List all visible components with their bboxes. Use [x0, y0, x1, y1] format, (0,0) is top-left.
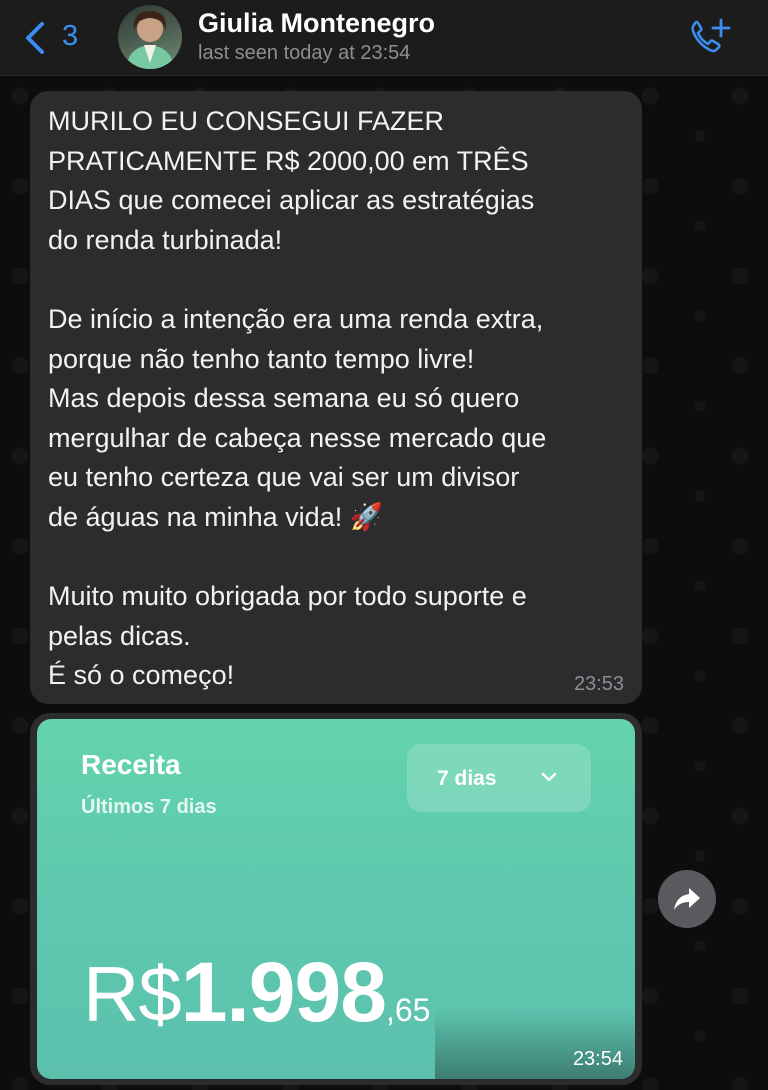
- avatar[interactable]: [118, 5, 182, 69]
- unread-count[interactable]: 3: [62, 20, 78, 53]
- amount-currency: R$: [83, 950, 182, 1038]
- back-button[interactable]: [22, 20, 48, 56]
- image-timestamp: 23:54: [572, 1048, 623, 1070]
- phone-plus-icon: [691, 18, 731, 53]
- chat-header: 3 Giulia Montenegro last seen today at 2…: [0, 0, 768, 76]
- forward-arrow-icon: [674, 888, 700, 910]
- period-dropdown: 7 dias: [407, 744, 591, 812]
- revenue-title: Receita: [81, 749, 181, 780]
- amount-integer: 1.998: [180, 945, 387, 1039]
- incoming-text-message[interactable]: MURILO EU CONSEGUI FAZER PRATICAMENTE R$…: [30, 91, 642, 704]
- chevron-left-icon: [26, 22, 44, 54]
- message-timestamp: 23:53: [573, 673, 624, 695]
- amount-cents: ,65: [385, 992, 431, 1028]
- message-text: MURILO EU CONSEGUI FAZER PRATICAMENTE R$…: [48, 106, 547, 691]
- avatar-image: [126, 11, 174, 69]
- revenue-amount: R$1.998,65: [83, 944, 430, 1041]
- period-value: 7 dias: [437, 767, 497, 790]
- last-seen-status: last seen today at 23:54: [198, 42, 411, 64]
- add-call-button[interactable]: [686, 16, 732, 58]
- revenue-screenshot[interactable]: Receita Últimos 7 dias 7 dias R$1.998,65…: [37, 719, 635, 1079]
- forward-button[interactable]: [658, 870, 716, 928]
- incoming-image-message[interactable]: Receita Últimos 7 dias 7 dias R$1.998,65…: [30, 713, 642, 1085]
- chevron-down-icon: [541, 772, 557, 782]
- contact-name[interactable]: Giulia Montenegro: [198, 8, 435, 39]
- revenue-subtitle: Últimos 7 dias: [81, 796, 217, 818]
